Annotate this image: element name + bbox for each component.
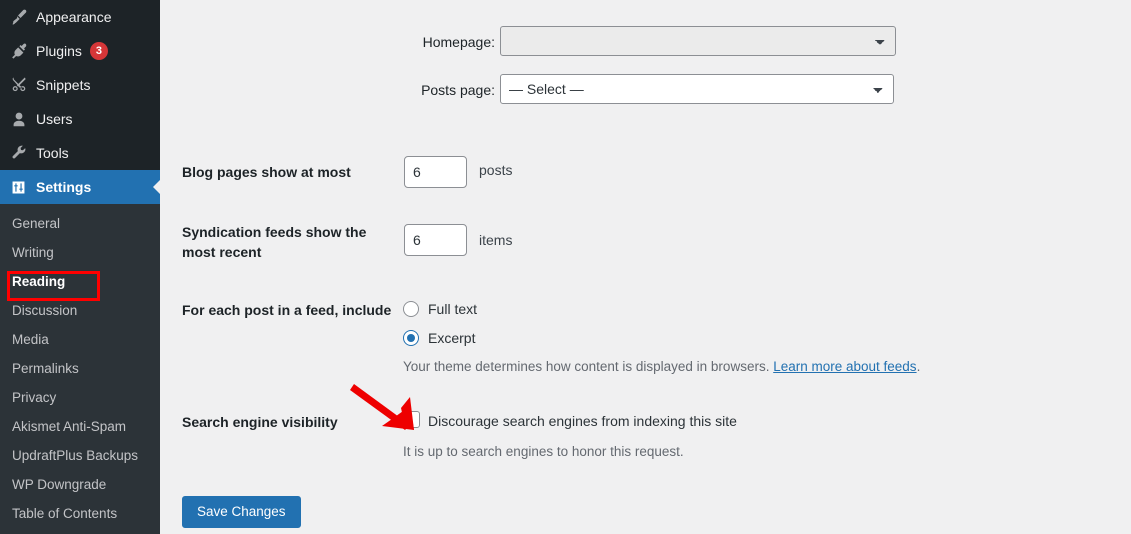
plug-icon [10, 41, 36, 61]
blog-pages-unit: posts [479, 162, 513, 178]
submenu-item-media[interactable]: Media [0, 325, 160, 354]
admin-sidebar: Appearance Plugins 3 Snippets Users Tool… [0, 0, 161, 534]
submenu-item-writing[interactable]: Writing [0, 238, 160, 267]
posts-page-select[interactable]: — Select — [500, 74, 894, 104]
discourage-search-engines-label[interactable]: Discourage search engines from indexing … [428, 413, 737, 429]
sidebar-item-users[interactable]: Users [0, 102, 160, 136]
homepage-label: Homepage: [422, 34, 495, 50]
radio-full-text-icon[interactable] [403, 301, 419, 317]
plugins-update-badge: 3 [89, 42, 108, 60]
sidebar-item-label: Settings [36, 179, 92, 195]
wrench-icon [10, 143, 36, 163]
submenu-item-akismet-anti-spam[interactable]: Akismet Anti-Spam [0, 412, 160, 441]
save-changes-button[interactable]: Save Changes [182, 496, 301, 528]
radio-option-excerpt[interactable]: Excerpt [403, 330, 475, 346]
radio-full-text-label[interactable]: Full text [428, 301, 477, 317]
reading-settings-form: Homepage: Posts page: — Select — Blog pa… [160, 0, 1131, 534]
submenu-item-reading[interactable]: Reading [0, 267, 160, 296]
feed-description-suffix: . [916, 359, 921, 374]
posts-page-label: Posts page: [421, 82, 495, 98]
sidebar-item-label: Plugins [36, 43, 82, 59]
submenu-item-updraftplus-backups[interactable]: UpdraftPlus Backups [0, 441, 160, 470]
radio-excerpt-icon[interactable] [403, 330, 419, 346]
syndication-input[interactable] [404, 224, 467, 256]
sidebar-main-menu: Appearance Plugins 3 Snippets Users Tool… [0, 0, 161, 204]
sidebar-item-appearance[interactable]: Appearance [0, 0, 160, 34]
submenu-item-general[interactable]: General [0, 209, 160, 238]
submenu-item-privacy[interactable]: Privacy [0, 383, 160, 412]
feed-description: Your theme determines how content is dis… [403, 359, 920, 374]
submenu-item-table-of-contents[interactable]: Table of Contents [0, 499, 160, 528]
blog-pages-label: Blog pages show at most [182, 164, 351, 180]
radio-excerpt-label[interactable]: Excerpt [428, 330, 475, 346]
wordpress-admin-screen: Appearance Plugins 3 Snippets Users Tool… [0, 0, 1131, 534]
feed-include-label: For each post in a feed, include [182, 302, 392, 318]
sliders-icon [10, 177, 36, 197]
submenu-item-wp-downgrade[interactable]: WP Downgrade [0, 470, 160, 499]
radio-option-full-text[interactable]: Full text [403, 301, 477, 317]
feed-description-prefix: Your theme determines how content is dis… [403, 359, 774, 374]
search-visibility-label: Search engine visibility [182, 414, 338, 430]
user-icon [10, 109, 36, 129]
submenu-item-permalinks[interactable]: Permalinks [0, 354, 160, 383]
sidebar-item-label: Snippets [36, 77, 91, 93]
sidebar-item-label: Users [36, 111, 73, 127]
paintbrush-icon [10, 7, 36, 27]
sidebar-item-label: Appearance [36, 9, 112, 25]
sidebar-item-snippets[interactable]: Snippets [0, 68, 160, 102]
scissors-icon [10, 75, 36, 95]
sidebar-item-settings[interactable]: Settings [0, 170, 161, 204]
syndication-unit: items [479, 232, 513, 248]
homepage-select[interactable] [500, 26, 896, 56]
sidebar-item-plugins[interactable]: Plugins 3 [0, 34, 160, 68]
submenu-item-discussion[interactable]: Discussion [0, 296, 160, 325]
sidebar-item-tools[interactable]: Tools [0, 136, 160, 170]
search-visibility-description: It is up to search engines to honor this… [403, 444, 684, 459]
settings-submenu: General Writing Reading Discussion Media… [0, 204, 160, 534]
learn-more-about-feeds-link[interactable]: Learn more about feeds [773, 359, 916, 374]
sidebar-item-label: Tools [36, 145, 69, 161]
discourage-search-engines-checkbox[interactable] [403, 411, 420, 428]
syndication-label: Syndication feeds show the most recent [182, 224, 367, 260]
blog-pages-input[interactable] [404, 156, 467, 188]
